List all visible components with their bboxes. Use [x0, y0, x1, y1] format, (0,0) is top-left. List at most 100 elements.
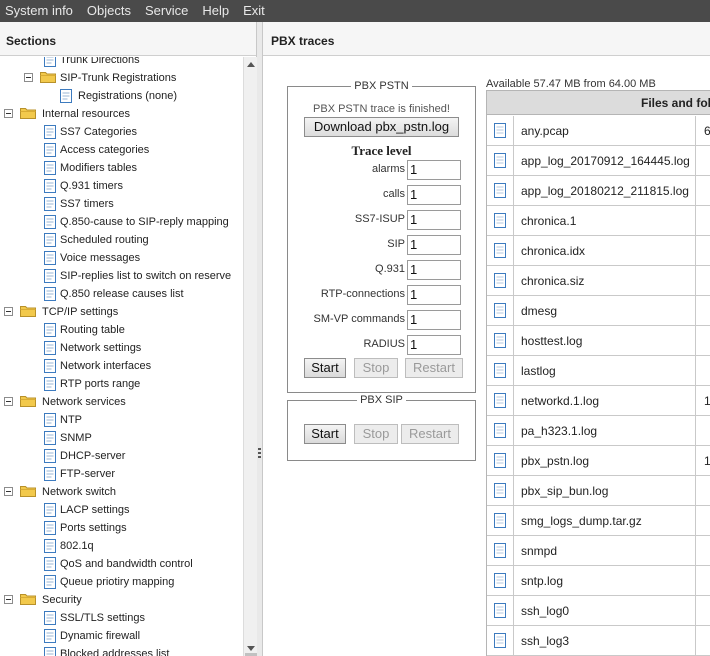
file-icon — [487, 356, 514, 385]
file-name[interactable]: any.pcap — [521, 124, 569, 138]
file-name[interactable]: ssh_log3 — [521, 634, 569, 648]
document-icon — [44, 611, 56, 631]
download-pstn-log-button[interactable]: Download pbx_pstn.log — [304, 117, 459, 137]
file-row[interactable]: hosttest.log — [487, 326, 710, 356]
trace-level-label: RTP-connections — [320, 288, 405, 300]
collapse-icon[interactable] — [24, 73, 33, 82]
collapse-icon[interactable] — [4, 595, 13, 604]
file-name[interactable]: dmesg — [521, 304, 557, 318]
collapse-icon[interactable] — [4, 487, 13, 496]
menu-service[interactable]: Service — [138, 0, 195, 22]
document-icon — [44, 431, 56, 451]
file-icon — [487, 626, 514, 655]
tree-item-label: Network settings — [60, 342, 142, 354]
file-row[interactable]: chronica.1 — [487, 206, 710, 236]
file-name[interactable]: lastlog — [521, 364, 556, 378]
trace-level-input[interactable]: 1 — [407, 160, 461, 180]
trace-level-input[interactable]: 1 — [407, 260, 461, 280]
trace-level-label: Q.931 — [375, 263, 405, 275]
file-row[interactable]: pbx_sip_bun.log — [487, 476, 710, 506]
document-icon — [44, 557, 56, 577]
file-name[interactable]: chronica.siz — [521, 274, 584, 288]
collapse-icon[interactable] — [4, 307, 13, 316]
collapse-icon[interactable] — [4, 109, 13, 118]
file-row[interactable]: snmpd — [487, 536, 710, 566]
menu-help[interactable]: Help — [195, 0, 236, 22]
tree-item-label: Access categories — [60, 144, 150, 156]
tree-item-label: Modifiers tables — [60, 162, 138, 174]
file-row[interactable]: chronica.siz — [487, 266, 710, 296]
tree-item-label: Q.850-cause to SIP-reply mapping — [60, 216, 229, 228]
file-name[interactable]: pa_h323.1.log — [521, 424, 597, 438]
scroll-up-icon[interactable] — [247, 62, 255, 67]
file-name[interactable]: pbx_pstn.log — [521, 454, 589, 468]
sip-restart-button[interactable]: Restart — [401, 424, 459, 444]
file-row[interactable]: lastlog — [487, 356, 710, 386]
trace-level-label: alarms — [371, 163, 405, 175]
tree-item-label: Registrations (none) — [78, 90, 178, 102]
file-name[interactable]: chronica.idx — [521, 244, 585, 258]
file-name[interactable]: hosttest.log — [521, 334, 582, 348]
trace-level-input[interactable]: 1 — [407, 285, 461, 305]
tree-item-label: Scheduled routing — [60, 234, 149, 246]
trace-level-input[interactable]: 1 — [407, 235, 461, 255]
tree-item-label: TCP/IP settings — [42, 306, 119, 318]
sip-start-button[interactable]: Start — [304, 424, 346, 444]
menu-exit[interactable]: Exit — [236, 0, 272, 22]
trace-level-row: SIP 1 — [288, 235, 465, 255]
traces-header: PBX traces — [263, 22, 710, 56]
file-row[interactable]: ssh_log3 — [487, 626, 710, 656]
file-name[interactable]: pbx_sip_bun.log — [521, 484, 608, 498]
file-name[interactable]: snmpd — [521, 544, 557, 558]
available-space: Available 57.47 MB from 64.00 MB — [486, 78, 656, 90]
file-row[interactable]: pa_h323.1.log — [487, 416, 710, 446]
file-name[interactable]: sntp.log — [521, 574, 563, 588]
file-name[interactable]: chronica.1 — [521, 214, 576, 228]
file-row[interactable]: app_log_20180212_211815.log — [487, 176, 710, 206]
file-row[interactable]: sntp.log — [487, 566, 710, 596]
tree-item-label: Security — [42, 594, 82, 606]
trace-level-input[interactable]: 1 — [407, 310, 461, 330]
sections-scrollbar[interactable] — [243, 57, 257, 656]
file-name[interactable]: networkd.1.log — [521, 394, 599, 408]
cell-divider — [695, 296, 696, 325]
cell-divider — [695, 206, 696, 235]
trace-level-input[interactable]: 1 — [407, 335, 461, 355]
tree-item-label: DHCP-server — [60, 450, 126, 462]
tree-item-label: Voice messages — [60, 252, 141, 264]
file-row[interactable]: ssh_log0 — [487, 596, 710, 626]
file-row[interactable]: chronica.idx — [487, 236, 710, 266]
tree-item-label: Routing table — [60, 324, 125, 336]
tree-item-label: Network switch — [42, 486, 116, 498]
file-row[interactable]: any.pcap 6 — [487, 116, 710, 146]
trace-level-input[interactable]: 1 — [407, 185, 461, 205]
tree-item-label: Queue priotiry mapping — [60, 576, 175, 588]
trace-level-row: SS7-ISUP 1 — [288, 210, 465, 230]
file-name[interactable]: app_log_20180212_211815.log — [521, 184, 689, 198]
page-title: PBX traces — [271, 34, 335, 48]
pstn-restart-button[interactable]: Restart — [405, 358, 463, 378]
tree-item-label: Ports settings — [60, 522, 127, 534]
menu-objects[interactable]: Objects — [80, 0, 138, 22]
collapse-icon[interactable] — [4, 397, 13, 406]
file-name[interactable]: smg_logs_dump.tar.gz — [521, 514, 642, 528]
document-icon — [44, 521, 56, 541]
trace-level-label: SM-VP commands — [313, 313, 406, 325]
scroll-down-icon[interactable] — [247, 646, 255, 651]
file-row[interactable]: smg_logs_dump.tar.gz — [487, 506, 710, 536]
document-icon — [44, 179, 56, 199]
file-row[interactable]: app_log_20170912_164445.log — [487, 146, 710, 176]
file-name[interactable]: ssh_log0 — [521, 604, 569, 618]
file-row[interactable]: pbx_pstn.log 1 — [487, 446, 710, 476]
trace-level-label: SS7-ISUP — [354, 213, 405, 225]
file-row[interactable]: networkd.1.log 1: — [487, 386, 710, 416]
pstn-start-button[interactable]: Start — [304, 358, 346, 378]
menu-system-info[interactable]: System info — [0, 0, 80, 22]
file-row[interactable]: dmesg — [487, 296, 710, 326]
pstn-stop-button[interactable]: Stop — [354, 358, 398, 378]
file-icon — [487, 416, 514, 445]
file-name[interactable]: app_log_20170912_164445.log — [521, 154, 690, 168]
splitter-grip-icon[interactable] — [258, 448, 261, 460]
trace-level-input[interactable]: 1 — [407, 210, 461, 230]
sip-stop-button[interactable]: Stop — [354, 424, 398, 444]
